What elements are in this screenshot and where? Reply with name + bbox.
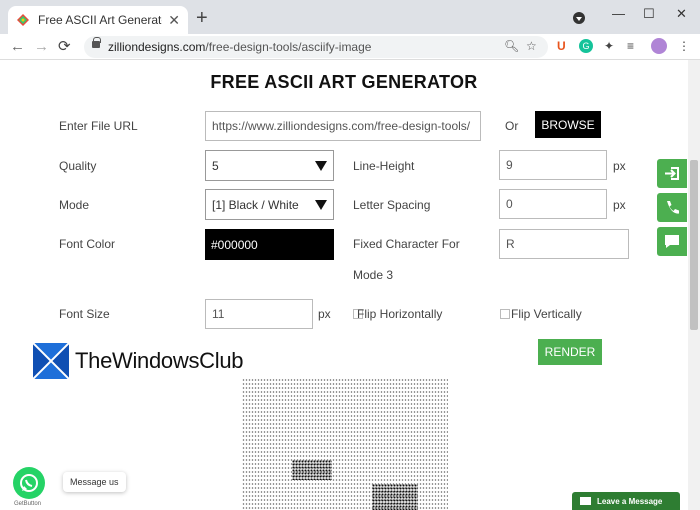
chat-side-button[interactable] <box>657 227 687 256</box>
browser-tab[interactable]: Free ASCII Art Generator by Zillio ✕ <box>8 6 188 34</box>
mode-select[interactable]: [1] Black / White <box>205 189 334 220</box>
url-text: zilliondesigns.com/free-design-tools/asc… <box>108 40 372 54</box>
leave-message-label: Leave a Message <box>597 496 663 506</box>
minimize-icon[interactable]: — <box>612 6 625 21</box>
envelope-icon <box>580 497 591 505</box>
ascii-dark-region <box>292 460 332 480</box>
browse-button[interactable]: BROWSE <box>535 111 601 138</box>
watermark-text: TheWindowsClub <box>75 348 244 373</box>
line-height-unit: px <box>613 159 626 173</box>
font-color-label: Font Color <box>59 237 116 251</box>
file-url-label: Enter File URL <box>59 119 138 133</box>
scrollbar-thumb[interactable] <box>690 160 698 330</box>
lock-icon <box>92 37 101 48</box>
mode-label: Mode <box>59 198 90 212</box>
phone-side-button[interactable] <box>657 193 687 222</box>
line-height-label: Line-Height <box>353 159 415 173</box>
login-icon <box>665 167 679 180</box>
close-tab-icon[interactable]: ✕ <box>168 12 180 29</box>
fixed-character-label: Fixed Character For <box>353 237 460 251</box>
font-color-input[interactable]: #000000 <box>205 229 334 260</box>
address-bar[interactable]: zilliondesigns.com/free-design-tools/asc… <box>84 36 548 58</box>
reload-icon[interactable]: ⟳ <box>58 38 71 56</box>
login-side-button[interactable] <box>657 159 687 188</box>
phone-icon <box>667 201 679 214</box>
back-icon[interactable]: ← <box>10 38 25 56</box>
letter-spacing-label: Letter Spacing <box>353 198 431 212</box>
bookmark-star-icon[interactable]: ☆ <box>526 39 537 53</box>
caret-down-icon <box>315 200 327 210</box>
extensions-puzzle-icon[interactable]: ✦ <box>604 38 614 54</box>
site-favicon-icon <box>17 14 29 26</box>
fixed-character-input[interactable]: R <box>499 229 629 259</box>
letter-spacing-input[interactable]: 0 <box>499 189 607 219</box>
media-queue-icon[interactable]: ≡ <box>627 38 634 54</box>
maximize-icon[interactable]: ☐ <box>643 6 655 22</box>
leave-message-button[interactable]: Leave a Message <box>572 492 680 510</box>
ascii-dark-region <box>372 484 418 510</box>
window-close-icon[interactable]: ✕ <box>676 6 687 22</box>
forward-icon[interactable]: → <box>34 38 49 56</box>
grammarly-icon[interactable]: G <box>579 39 593 53</box>
letter-spacing-unit: px <box>613 198 626 212</box>
mode-value: [1] Black / White <box>212 197 299 212</box>
font-size-label: Font Size <box>59 307 110 321</box>
whatsapp-icon <box>20 474 38 492</box>
flip-vertical-label: Flip Vertically <box>511 307 582 321</box>
quality-select[interactable]: 5 <box>205 150 334 181</box>
flip-vertical-checkbox[interactable] <box>500 309 510 319</box>
browser-toolbar: ← → ⟳ zilliondesigns.com/free-design-too… <box>0 34 700 60</box>
page-title: FREE ASCII ART GENERATOR <box>210 72 478 92</box>
or-label: Or <box>505 119 519 133</box>
font-size-unit: px <box>318 307 331 321</box>
message-us-bubble[interactable]: Message us <box>63 472 126 492</box>
render-button[interactable]: RENDER <box>538 339 602 365</box>
whatsapp-button[interactable] <box>13 467 45 499</box>
fixed-character-label-line2: Mode 3 <box>353 268 394 282</box>
extension-u-icon[interactable]: U <box>557 38 566 54</box>
getbutton-caption: GetButton <box>14 501 42 507</box>
tab-title: Free ASCII Art Generator by Zillio <box>38 13 162 27</box>
ascii-output <box>242 378 448 510</box>
watermark: TheWindowsClub <box>33 343 244 379</box>
menu-kebab-icon[interactable]: ⋮ <box>678 38 690 54</box>
flip-horizontal-label: Flip Horizontally <box>357 307 443 321</box>
tab-strip: Free ASCII Art Generator by Zillio ✕ + —… <box>0 0 700 34</box>
file-url-input[interactable]: https://www.zilliondesigns.com/free-desi… <box>205 111 481 141</box>
new-tab-icon[interactable]: + <box>196 8 208 28</box>
profile-avatar-icon[interactable] <box>651 38 667 54</box>
line-height-input[interactable]: 9 <box>499 150 607 180</box>
chat-bubble-icon <box>665 235 679 248</box>
quality-value: 5 <box>212 158 219 173</box>
tab-search-icon[interactable] <box>573 12 585 24</box>
windows-logo-icon <box>33 343 69 379</box>
caret-down-icon <box>315 161 327 171</box>
font-size-input[interactable]: 11 <box>205 299 313 329</box>
page-scrollbar[interactable] <box>688 60 700 510</box>
zoom-icon[interactable]: 🔍︎ <box>504 39 519 53</box>
quality-label: Quality <box>59 159 97 173</box>
